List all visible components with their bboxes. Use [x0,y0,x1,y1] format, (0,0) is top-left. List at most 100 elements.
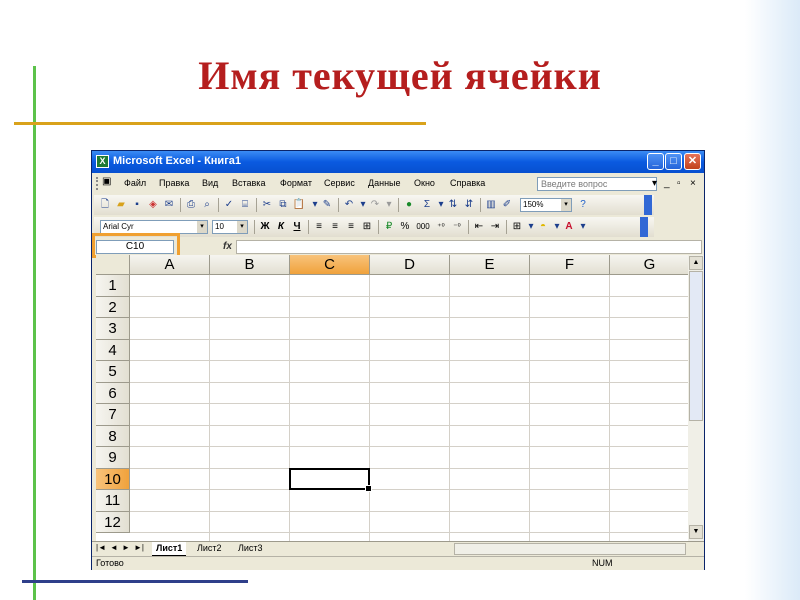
row-header[interactable]: 9 [96,447,130,469]
redo-icon[interactable]: ↷ [368,198,382,212]
drawing-icon[interactable]: ✐ [500,198,514,212]
help-icon[interactable]: ? [576,198,590,212]
horizontal-scrollbar[interactable] [454,543,686,555]
menu-grip[interactable] [96,177,100,190]
select-all-corner[interactable] [96,255,130,275]
active-cell[interactable] [289,467,372,492]
first-sheet-icon[interactable]: |◄ [96,543,106,552]
column-header[interactable]: D [370,255,450,275]
doc-restore-icon[interactable]: ▫ [677,178,681,189]
doc-close-icon[interactable]: × [690,178,696,189]
new-file-icon[interactable]: 🗋 [98,198,112,212]
row-header[interactable]: 2 [96,296,130,318]
save-icon[interactable]: ▪ [130,198,144,212]
row-header[interactable]: 4 [96,339,130,361]
font-size-select[interactable]: 10 ▾ [212,220,248,234]
menu-tools[interactable]: Сервис [324,178,355,188]
column-header[interactable]: A [130,255,210,275]
menu-format[interactable]: Формат [280,178,312,188]
align-right-icon[interactable]: ≡ [344,220,358,234]
worksheet-grid[interactable]: A B C D E F G 1 2 3 4 5 6 7 8 9 10 11 12 [96,255,688,541]
undo-icon[interactable]: ↶ [342,198,356,212]
font-size-dropdown-icon[interactable]: ▾ [237,221,247,233]
percent-button[interactable]: % [398,220,412,234]
row-header[interactable]: 12 [96,511,130,533]
last-sheet-icon[interactable]: ►| [134,543,144,552]
hyperlink-icon[interactable]: ● [402,198,416,212]
scroll-thumb[interactable] [689,271,703,421]
currency-icon[interactable]: ₽ [382,220,396,234]
decrease-indent-icon[interactable]: ⇤ [472,220,486,234]
insert-function-icon[interactable]: fx [223,241,232,252]
chart-wizard-icon[interactable]: ▥ [484,198,498,212]
merge-center-icon[interactable]: ⊞ [360,220,374,234]
spelling-icon[interactable]: ✓ [222,198,236,212]
excel-app-icon[interactable]: X [96,155,109,168]
increase-indent-icon[interactable]: ⇥ [488,220,502,234]
row-header[interactable]: 5 [96,361,130,383]
open-folder-icon[interactable]: ▰ [114,198,128,212]
toolbar-options-icon[interactable] [640,217,648,237]
row-header[interactable]: 3 [96,318,130,340]
align-center-icon[interactable]: ≡ [328,220,342,234]
underline-button[interactable]: Ч [290,220,304,234]
maximize-button[interactable]: □ [665,153,682,170]
ask-dropdown-icon[interactable]: ▾ [652,178,657,189]
row-header[interactable]: 7 [96,404,130,426]
autosum-icon[interactable]: Σ [420,198,434,212]
scroll-down-icon[interactable]: ▼ [689,525,703,539]
zoom-dropdown-icon[interactable]: ▾ [561,199,571,211]
menu-help[interactable]: Справка [450,178,485,188]
font-dropdown-icon[interactable]: ▾ [197,221,207,233]
toolbar-options-icon[interactable] [644,195,652,215]
prev-sheet-icon[interactable]: ◄ [110,543,118,552]
increase-decimal-icon[interactable]: ⁺⁰ [434,220,448,234]
menu-edit[interactable]: Правка [159,178,189,188]
thousands-button[interactable]: 000 [414,220,432,234]
italic-button[interactable]: К [274,220,288,234]
font-select[interactable]: Arial Cyr ▾ [100,220,208,234]
menu-file[interactable]: Файл [124,178,146,188]
sheet-tab-3[interactable]: Лист3 [234,542,267,555]
fill-color-icon[interactable]: ◓ [536,220,550,234]
row-header[interactable]: 10 [96,468,130,490]
menu-doc-icon[interactable]: ▣ [102,176,111,187]
column-header[interactable]: G [610,255,688,275]
close-button[interactable]: ✕ [684,153,701,170]
borders-icon[interactable]: ⊞ [510,220,524,234]
cut-icon[interactable]: ✂ [260,198,274,212]
doc-minimize-icon[interactable]: _ [664,178,670,189]
print-icon[interactable]: ⎙ [184,198,198,212]
menu-data[interactable]: Данные [368,178,401,188]
copy-icon[interactable]: ⧉ [276,198,290,212]
row-header[interactable]: 8 [96,425,130,447]
row-header[interactable]: 1 [96,275,130,297]
formula-input[interactable] [236,240,702,254]
column-header[interactable]: C [290,255,370,275]
permission-icon[interactable]: ◈ [146,198,160,212]
row-header[interactable]: 11 [96,490,130,512]
menu-insert[interactable]: Вставка [232,178,265,188]
format-painter-icon[interactable]: ✎ [320,198,334,212]
print-preview-icon[interactable]: ⌕ [200,198,214,212]
paste-icon[interactable]: 📋 [292,198,306,212]
fill-handle[interactable] [365,485,372,492]
email-icon[interactable]: ✉ [162,198,176,212]
decrease-decimal-icon[interactable]: ⁻⁰ [450,220,464,234]
ask-question-input[interactable]: Введите вопрос [537,177,657,191]
column-header[interactable]: E [450,255,530,275]
sheet-tab-1[interactable]: Лист1 [152,542,187,556]
redo-dropdown-icon[interactable]: ▾ [382,198,396,212]
font-color-icon[interactable]: A [562,220,576,234]
column-header[interactable]: B [210,255,290,275]
minimize-button[interactable]: _ [647,153,664,170]
bold-button[interactable]: Ж [258,220,272,234]
sheet-tab-2[interactable]: Лист2 [193,542,226,555]
research-icon[interactable]: ⌸ [238,198,252,212]
align-left-icon[interactable]: ≡ [312,220,326,234]
column-header[interactable]: F [530,255,610,275]
sort-ascending-icon[interactable]: ⇅ [446,198,460,212]
menu-window[interactable]: Окно [414,178,435,188]
font-color-dropdown-icon[interactable]: ▾ [576,220,590,234]
menu-view[interactable]: Вид [202,178,218,188]
